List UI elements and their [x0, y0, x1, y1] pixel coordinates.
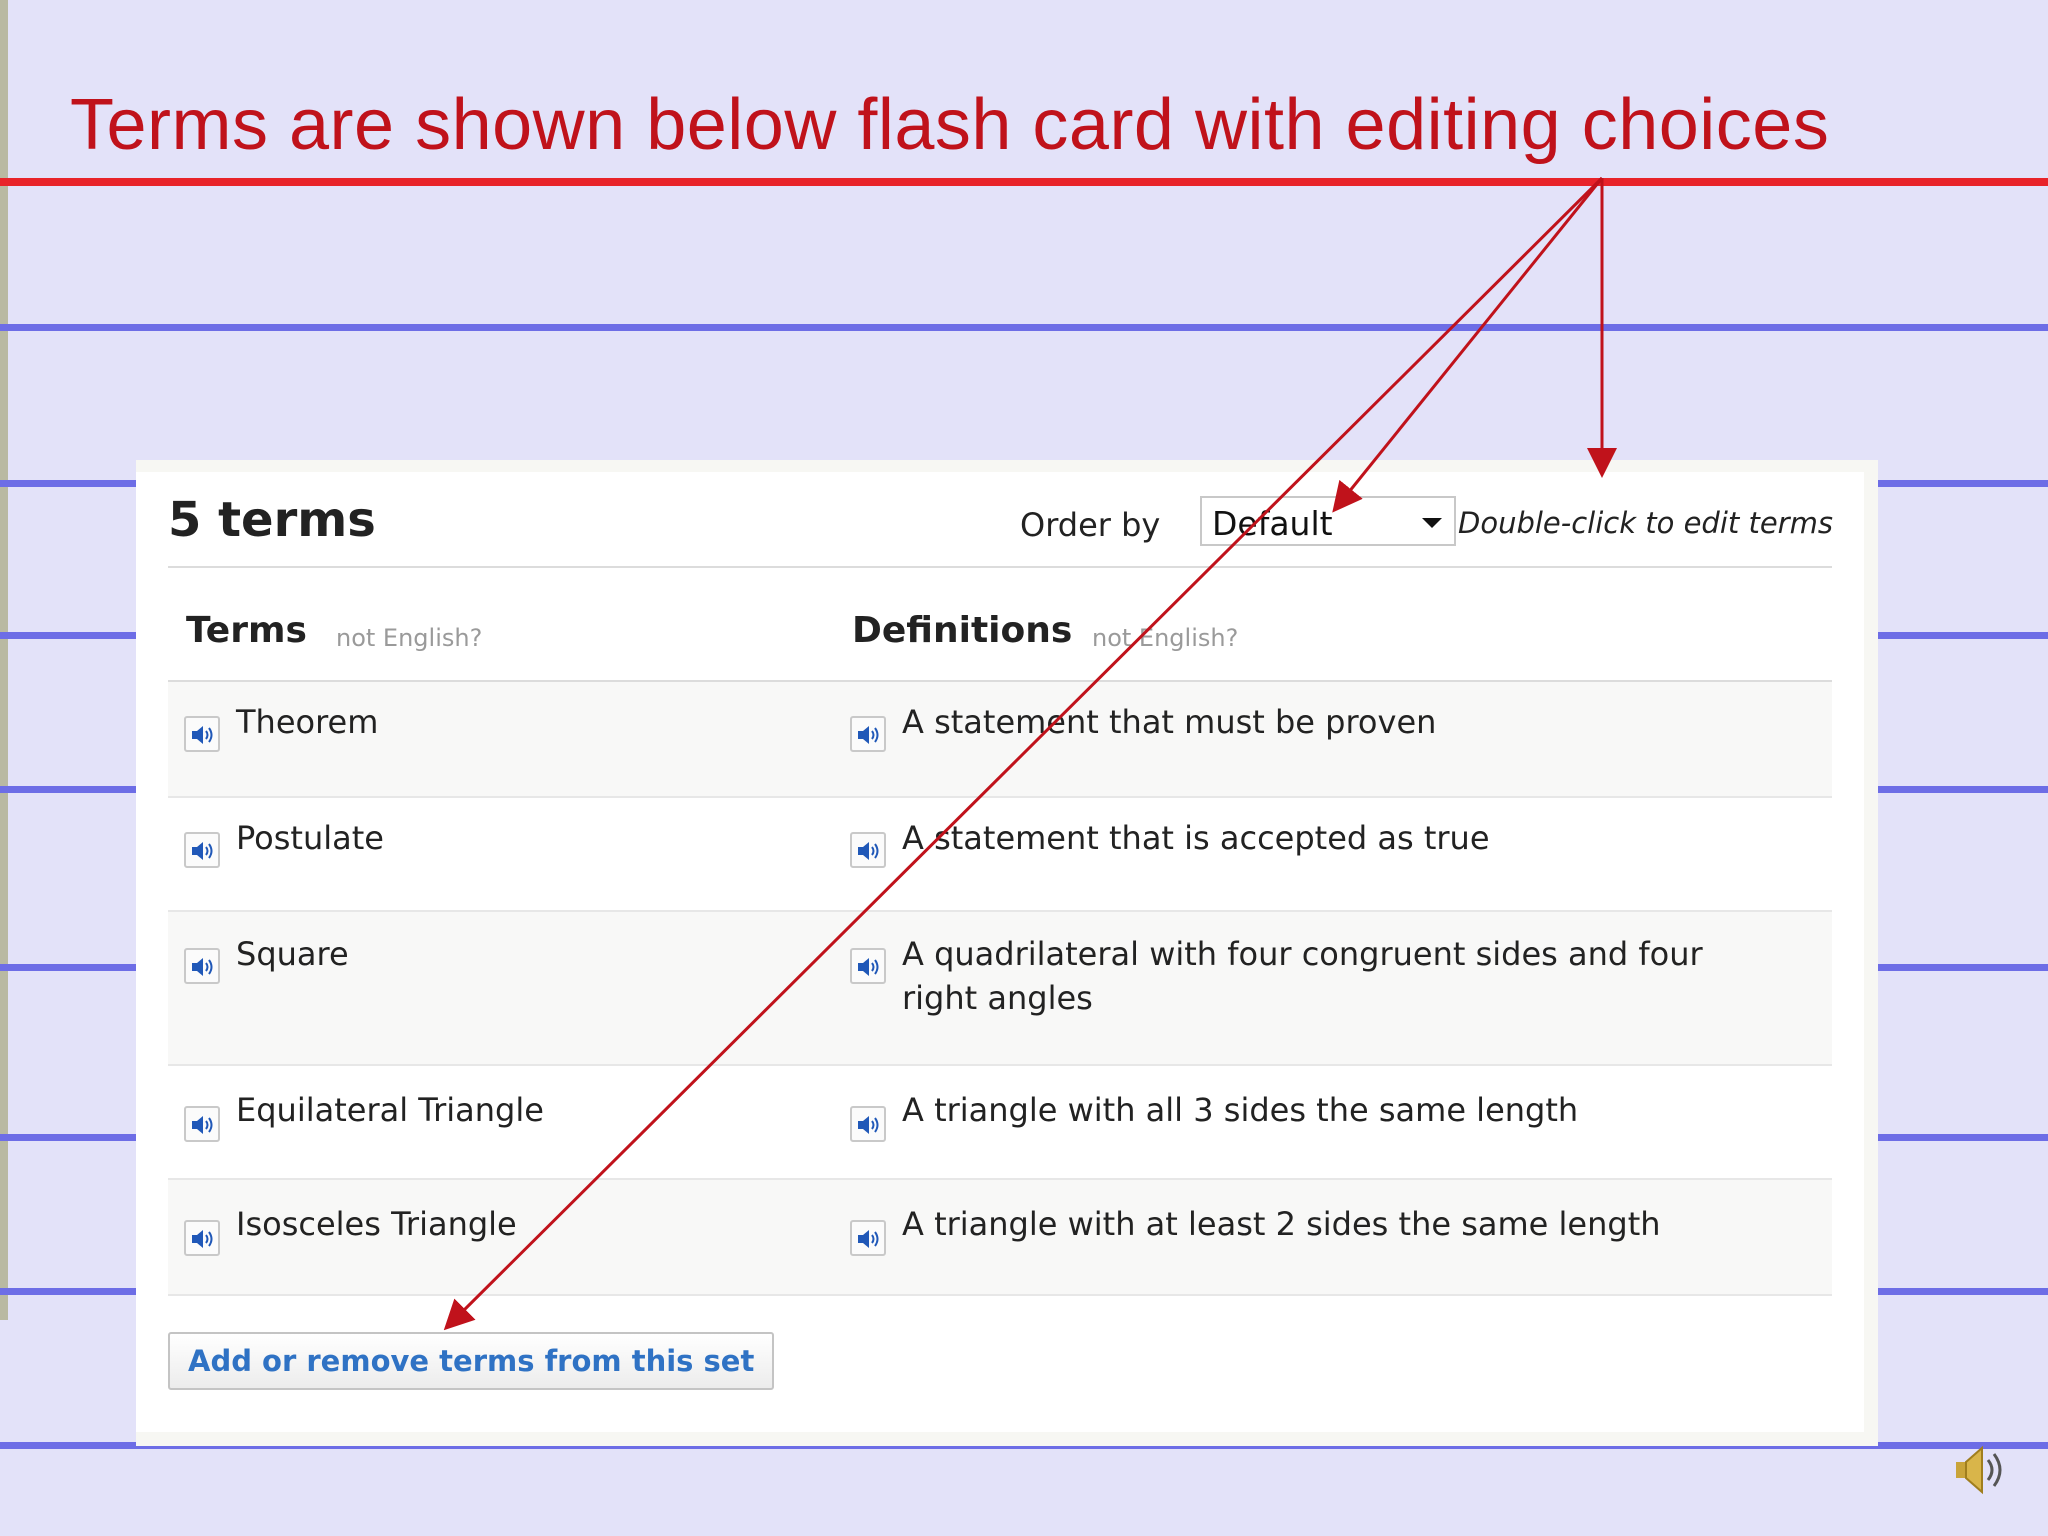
title-rule	[0, 178, 2048, 186]
speaker-icon[interactable]	[184, 716, 220, 752]
slide-left-edge	[0, 0, 8, 1320]
speaker-icon[interactable]	[184, 832, 220, 868]
terms-not-english-link[interactable]: not English?	[336, 624, 482, 652]
table-row[interactable]: Square A quadrilateral with four congrue…	[168, 912, 1832, 1066]
term-text: Postulate	[236, 819, 384, 857]
table-row[interactable]: Isosceles Triangle A triangle with at le…	[168, 1180, 1832, 1296]
order-by-label: Order by	[1020, 506, 1161, 544]
table-row[interactable]: Postulate A statement that is accepted a…	[168, 798, 1832, 912]
speaker-icon[interactable]	[850, 1220, 886, 1256]
speaker-icon[interactable]	[184, 1106, 220, 1142]
ruled-line	[0, 324, 2048, 331]
term-text: Equilateral Triangle	[236, 1091, 544, 1129]
definition-text: A triangle with at least 2 sides the sam…	[902, 1205, 1661, 1243]
speaker-icon[interactable]	[850, 716, 886, 752]
definition-text: A statement that is accepted as true	[902, 819, 1490, 857]
speaker-icon[interactable]	[184, 948, 220, 984]
definitions-not-english-link[interactable]: not English?	[1092, 624, 1238, 652]
terms-panel-header: 5 terms Order by Default Double-click to…	[168, 472, 1833, 568]
definitions-column-header: Definitions	[852, 610, 1073, 651]
speaker-icon[interactable]	[850, 948, 886, 984]
edit-hint: Double-click to edit terms	[1458, 506, 1833, 540]
slide-title: Terms are shown below flash card with ed…	[70, 85, 1830, 165]
definition-text: A statement that must be proven	[902, 703, 1437, 741]
term-count: 5 terms	[168, 492, 376, 548]
speaker-icon[interactable]	[850, 832, 886, 868]
table-row[interactable]: Equilateral Triangle A triangle with all…	[168, 1066, 1832, 1180]
order-by-value: Default	[1212, 504, 1333, 543]
terms-column-header: Terms	[186, 610, 307, 651]
order-by-select[interactable]: Default	[1200, 496, 1456, 546]
sound-icon[interactable]	[1952, 1440, 2012, 1504]
definition-text: A quadrilateral with four congruent side…	[902, 935, 1703, 1017]
arrow-to-order-select	[1332, 177, 1604, 513]
term-text: Isosceles Triangle	[236, 1205, 517, 1243]
definition-text: A triangle with all 3 sides the same len…	[902, 1091, 1579, 1129]
speaker-icon[interactable]	[850, 1106, 886, 1142]
table-row[interactable]: Theorem A statement that must be proven	[168, 682, 1832, 798]
terms-panel: 5 terms Order by Default Double-click to…	[136, 472, 1864, 1432]
term-text: Square	[236, 935, 349, 973]
speaker-icon[interactable]	[184, 1220, 220, 1256]
term-text: Theorem	[236, 703, 379, 741]
add-remove-terms-button[interactable]: Add or remove terms from this set	[168, 1332, 775, 1390]
chevron-down-icon	[1422, 518, 1442, 528]
